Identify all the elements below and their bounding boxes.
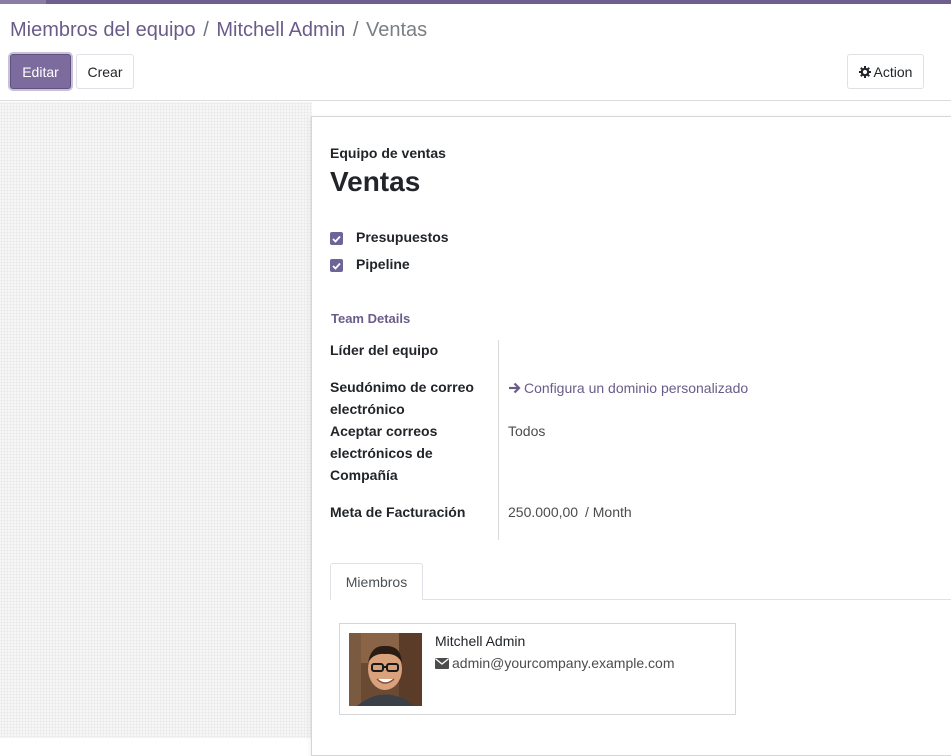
control-panel: Miembros del equipo / Mitchell Admin / V… xyxy=(0,4,951,101)
invoicing-target-value: 250.000,00 xyxy=(508,504,579,520)
checkbox-presupuestos[interactable] xyxy=(330,232,343,245)
action-button[interactable]: Action xyxy=(847,54,924,89)
member-photo xyxy=(349,633,422,706)
tabs-divider xyxy=(330,599,951,600)
member-card[interactable]: Mitchell Admin admin@yourcompany.example… xyxy=(339,623,736,715)
breadcrumb-mitchell-admin[interactable]: Mitchell Admin xyxy=(216,19,345,41)
member-email: admin@yourcompany.example.com xyxy=(435,655,675,671)
team-details-title: Team Details xyxy=(331,311,411,326)
record-type-label: Equipo de ventas xyxy=(330,145,446,161)
gear-icon xyxy=(858,65,871,78)
invoicing-target-period: / Month xyxy=(584,504,632,520)
checkbox-label-presupuestos: Presupuestos xyxy=(356,229,449,245)
member-email-text: admin@yourcompany.example.com xyxy=(452,655,675,671)
field-divider xyxy=(498,340,499,540)
custom-domain-link-label: Configura un dominio personalizado xyxy=(524,380,749,396)
create-button[interactable]: Crear xyxy=(76,54,134,89)
tab-members[interactable]: Miembros xyxy=(330,563,423,600)
form-background xyxy=(0,102,312,738)
invoicing-target-field: 250.000,00 / Month xyxy=(508,501,632,523)
action-button-label: Action xyxy=(873,63,913,80)
accept-emails-value: Todos xyxy=(508,423,546,439)
checkbox-pipeline[interactable] xyxy=(330,259,343,272)
breadcrumb-current: Ventas xyxy=(365,19,428,41)
checkbox-label-pipeline: Pipeline xyxy=(356,256,410,272)
avatar xyxy=(349,633,422,706)
member-name: Mitchell Admin xyxy=(435,633,526,649)
check-icon xyxy=(332,235,341,243)
accept-emails-label: Aceptar correos electrónicos de Compañía xyxy=(330,423,438,483)
envelope-icon xyxy=(435,658,449,669)
breadcrumb-separator: / xyxy=(203,19,209,41)
invoicing-target-label: Meta de Facturación xyxy=(330,504,466,520)
check-icon xyxy=(332,262,341,270)
record-title: Ventas xyxy=(330,166,421,197)
arrow-right-icon xyxy=(509,382,521,394)
breadcrumb-team-members[interactable]: Miembros del equipo xyxy=(10,19,196,41)
email-alias-label: Seudónimo de correo electrónico xyxy=(330,379,474,417)
edit-button[interactable]: Editar xyxy=(10,54,71,89)
breadcrumb-separator: / xyxy=(352,19,359,41)
team-leader-label: Líder del equipo xyxy=(330,342,439,358)
breadcrumb: Miembros del equipo / Mitchell Admin / V… xyxy=(10,18,427,42)
custom-domain-link[interactable]: Configura un dominio personalizado xyxy=(508,377,748,399)
